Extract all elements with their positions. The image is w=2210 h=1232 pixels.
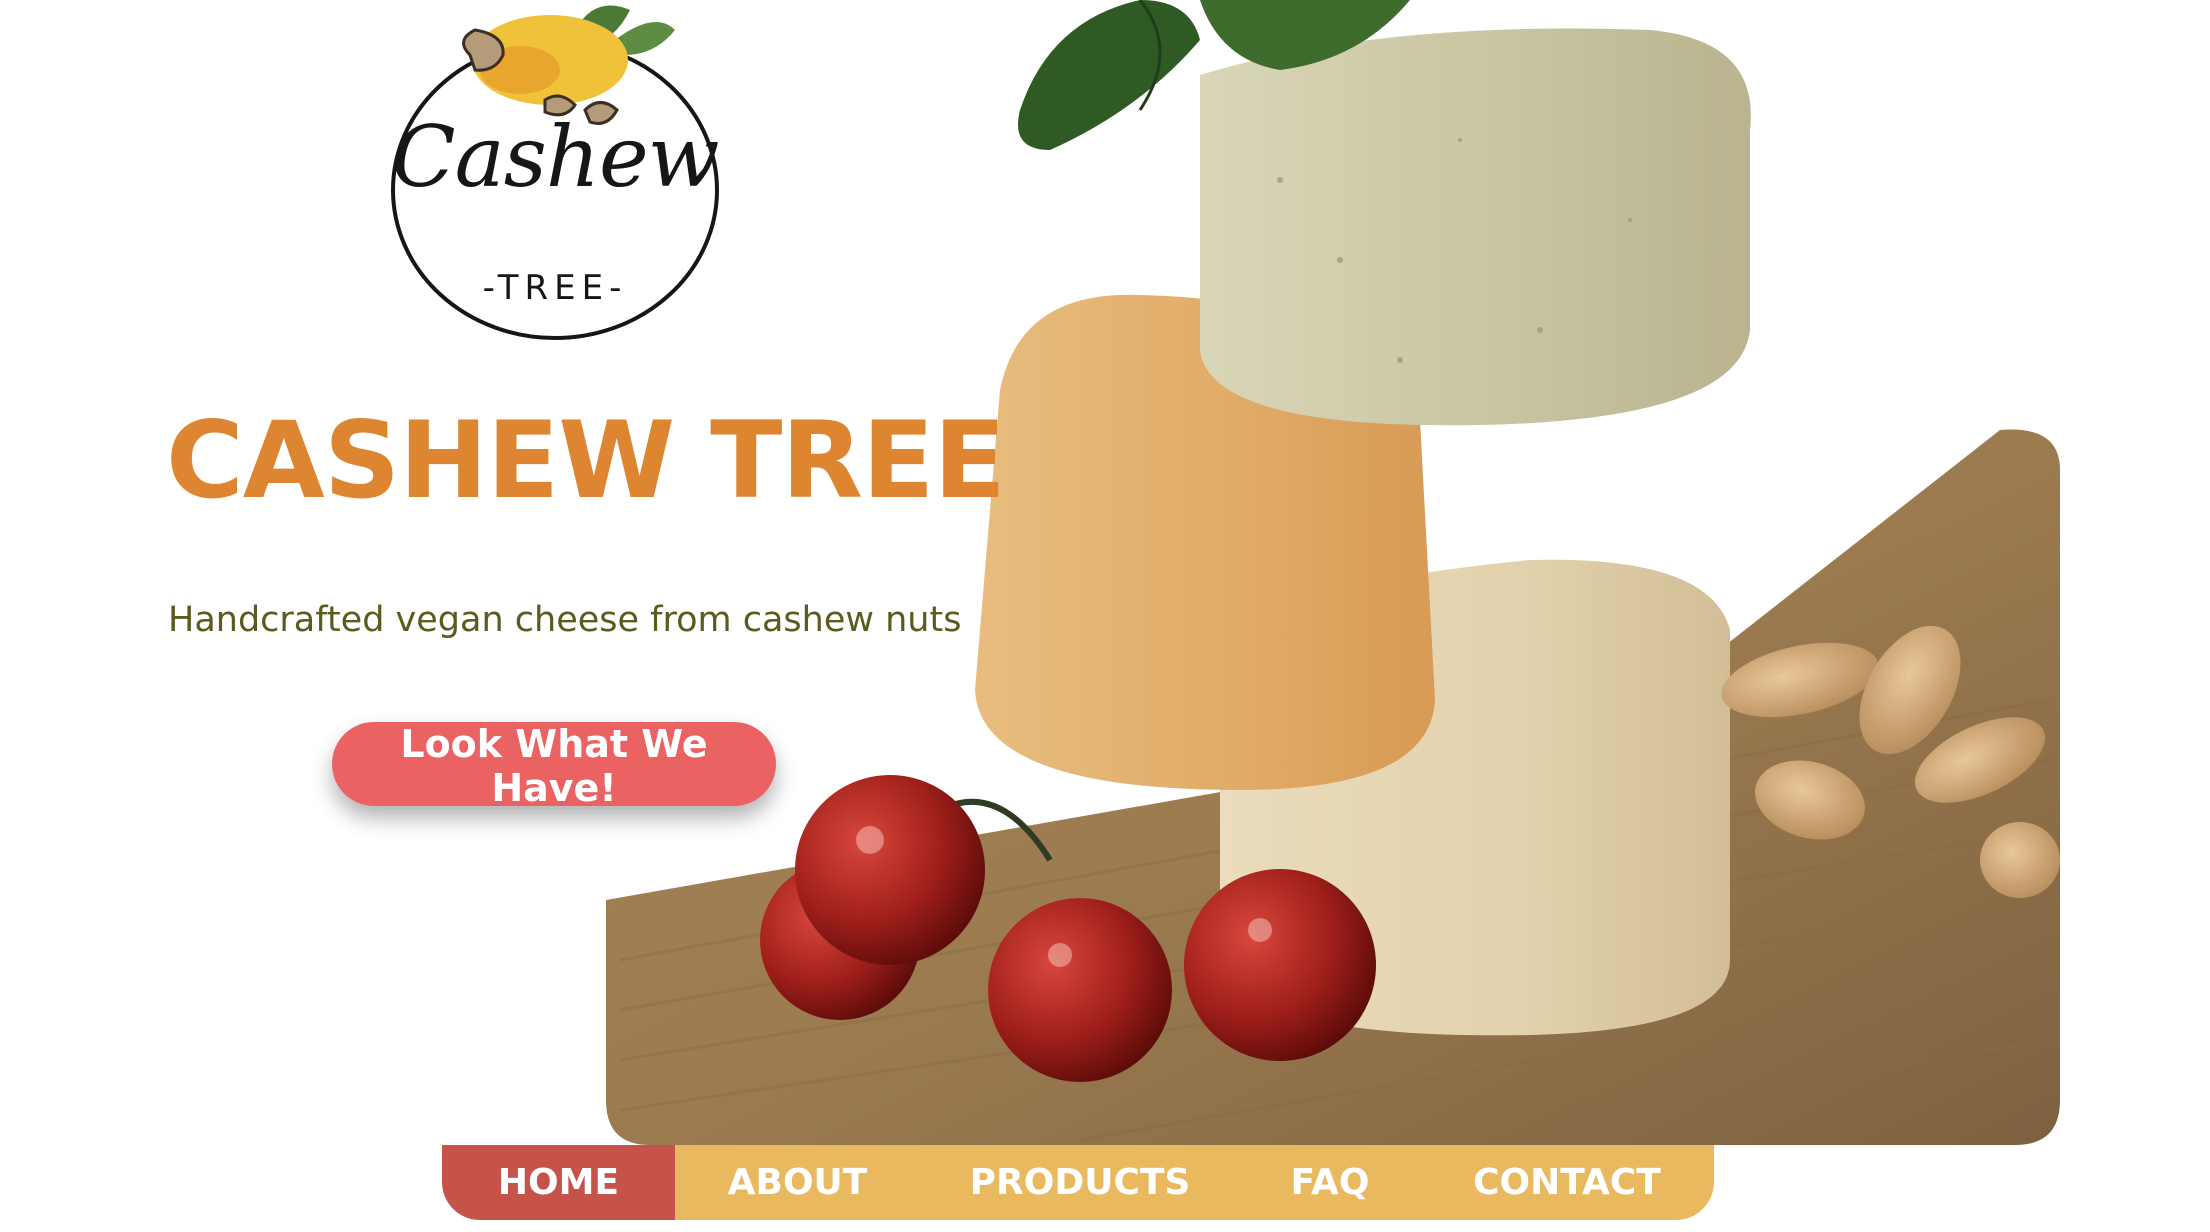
nav-item-home[interactable]: HOME bbox=[442, 1145, 675, 1220]
nav-item-faq[interactable]: FAQ bbox=[1240, 1145, 1420, 1220]
hero-cheese-photo bbox=[606, 0, 2060, 1145]
main-nav: HOME ABOUT PRODUCTS FAQ CONTACT bbox=[442, 1145, 1714, 1220]
nav-item-about[interactable]: ABOUT bbox=[675, 1145, 920, 1220]
nav-item-products[interactable]: PRODUCTS bbox=[920, 1145, 1240, 1220]
page-title: CASHEW TREE bbox=[166, 399, 1006, 522]
look-what-we-have-button[interactable]: Look What We Have! bbox=[332, 722, 776, 810]
logo-wordmark: Cashew bbox=[391, 108, 719, 206]
logo-subtitle: -TREE- bbox=[482, 268, 628, 308]
tagline: Handcrafted vegan cheese from cashew nut… bbox=[168, 600, 962, 640]
nav-item-contact[interactable]: CONTACT bbox=[1420, 1145, 1714, 1220]
brand-logo[interactable]: Cashew -TREE- bbox=[385, 0, 725, 345]
